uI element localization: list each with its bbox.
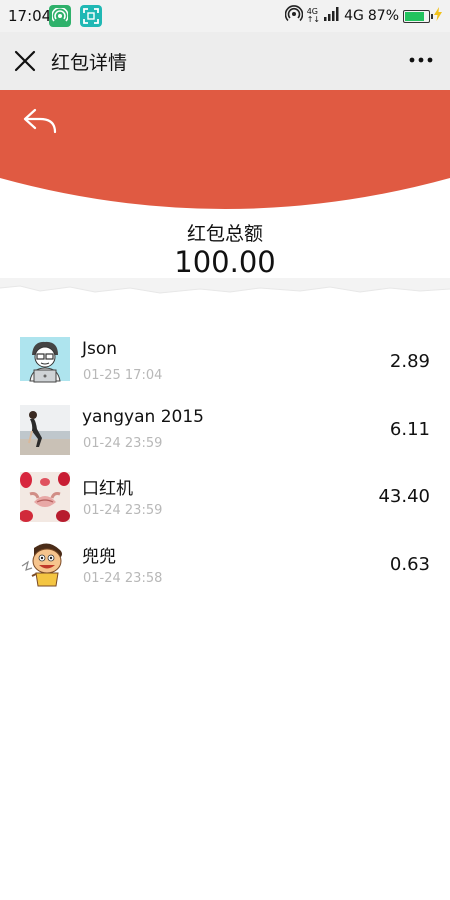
received-time: 01-24 23:59 [83,435,163,451]
battery-fill [405,11,424,21]
received-time: 01-24 23:59 [83,503,163,518]
recipient-name: Json [82,339,118,359]
network-label: 4G [344,8,364,24]
status-time: 17:04 [8,7,52,25]
avatar[interactable] [20,404,70,455]
battery-icon [403,9,433,23]
list-item[interactable]: yangyan 2015 01-24 23:59 6.11 [0,404,450,473]
received-amount: 6.11 [389,418,430,440]
avatar[interactable] [20,472,70,522]
status-bar: 17:04 4G ↑↓ 4G 87% [0,0,450,32]
recipient-name: 口红机 [82,479,133,499]
hotspot-icon [284,5,303,27]
received-amount: 2.89 [389,351,430,372]
share-back-icon[interactable] [22,108,58,134]
close-icon[interactable] [14,50,36,72]
list-item[interactable]: 兜兜 01-24 23:58 0.63 [0,539,450,608]
scan-app-icon [80,5,102,27]
list-item[interactable]: 口红机 01-24 23:59 43.40 [0,472,450,540]
network-bottom: ↑↓ [306,15,321,24]
status-right: 4G ↑↓ 4G 87% [284,5,442,27]
list-item[interactable]: Json 01-25 17:04 2.89 [0,337,450,405]
recipient-name: 兜兜 [82,546,116,567]
red-envelope-header [0,90,450,212]
avatar[interactable] [20,337,70,387]
network-type: 4G ↑↓ [307,8,320,24]
charging-icon [434,7,442,25]
recipient-list: Json 01-25 17:04 2.89 yangyan 2015 01-24… [0,337,450,607]
page-title: 红包详情 [51,52,128,74]
recipient-name: yangyan 2015 [82,406,204,427]
avatar[interactable] [20,539,70,590]
received-time: 01-25 17:04 [83,368,163,383]
total-amount-label: 红包总额 [186,223,263,245]
received-time: 01-24 23:58 [83,570,163,586]
signal-icon [324,7,340,25]
battery-percent: 87% [367,8,399,24]
nav-bar: 红包详情 [0,32,450,90]
received-amount: 0.63 [389,553,430,575]
more-icon[interactable] [408,52,434,68]
received-amount: 43.40 [378,486,430,507]
torn-paper-divider [0,268,450,318]
hotspot-app-icon [49,5,71,27]
